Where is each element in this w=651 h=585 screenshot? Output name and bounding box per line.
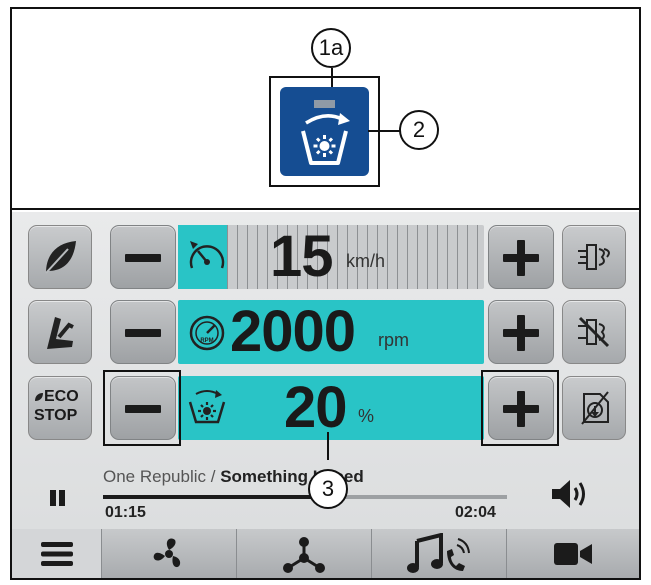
nav-music-phone-button[interactable] [372, 529, 507, 578]
seat-button[interactable] [28, 300, 92, 364]
speed-decrease-button[interactable] [110, 225, 176, 289]
hydraulic-flow-button[interactable] [562, 225, 626, 289]
plus-icon-v [517, 315, 525, 351]
rpm-value: 2000 [230, 299, 356, 364]
fan-reverse-indicator-icon [280, 87, 369, 176]
speedometer-icon [189, 241, 225, 269]
auxiliary-button[interactable] [562, 376, 626, 440]
minus-icon [125, 254, 161, 262]
callout-3-leader [327, 432, 329, 460]
fan-unit: % [358, 406, 375, 426]
track-artist: One Republic / [103, 467, 216, 486]
speed-unit: km/h [346, 251, 386, 271]
increase-highlight-box [481, 370, 559, 446]
eco-mode-button[interactable] [28, 225, 92, 289]
nav-network-button[interactable] [237, 529, 372, 578]
tachometer-icon: RPM [189, 315, 225, 351]
indicator-highlight-box [269, 76, 380, 187]
camera-icon [554, 542, 592, 565]
eco-stop-label-2: STOP [34, 407, 78, 424]
figure-frame: 1a 2 ECO STOP 15 km/h RPM 2000 rpm 20 % … [10, 7, 641, 580]
speed-value: 15 [270, 224, 334, 289]
minus-icon [125, 329, 161, 337]
leaf-icon [45, 241, 76, 274]
fan-bar[interactable]: 20 % [178, 375, 484, 440]
fan-value: 20 [284, 375, 348, 440]
hydraulic-off-button[interactable] [562, 300, 626, 364]
decrease-highlight-box [103, 370, 181, 446]
menu-icon [40, 541, 73, 566]
eco-stop-button[interactable]: ECO STOP [28, 376, 92, 440]
speed-increase-button[interactable] [488, 225, 554, 289]
control-panel: ECO STOP 15 km/h RPM 2000 rpm 20 % One R… [12, 212, 639, 578]
pause-icon-bar1[interactable] [50, 490, 56, 506]
callout-2: 2 [399, 110, 439, 150]
seat-icon [47, 317, 74, 349]
fan-speed-icon [188, 390, 226, 424]
indicator-area: 1a 2 [12, 9, 639, 210]
progress-track[interactable] [103, 495, 507, 499]
elapsed-time: 01:15 [105, 504, 146, 521]
eco-stop-label-1: ECO [44, 388, 79, 405]
callout-1a: 1a [311, 28, 351, 68]
hydraulic-flow-icon [578, 244, 610, 270]
callout-2-leader [368, 130, 401, 132]
fan-icon [153, 537, 181, 567]
hydraulic-off-icon [578, 316, 610, 348]
volume-icon[interactable] [550, 477, 592, 511]
network-icon [283, 536, 325, 573]
rpm-unit: rpm [378, 330, 409, 350]
bottom-nav [12, 529, 639, 578]
pause-icon-bar2[interactable] [59, 490, 65, 506]
rpm-decrease-button[interactable] [110, 300, 176, 364]
total-time: 02:04 [455, 504, 496, 521]
nav-camera-button[interactable] [507, 529, 639, 578]
nav-menu-button[interactable] [12, 529, 102, 578]
callout-3: 3 [308, 469, 348, 509]
plus-icon-v [517, 240, 525, 276]
rpm-increase-button[interactable] [488, 300, 554, 364]
music-phone-icon [407, 532, 470, 573]
eco-stop-icon: ECO STOP [32, 386, 88, 430]
auxiliary-icon [581, 391, 609, 425]
nav-fan-button[interactable] [102, 529, 237, 578]
speed-bar[interactable]: 15 km/h [178, 224, 484, 289]
svg-text:RPM: RPM [200, 338, 213, 344]
rpm-bar[interactable]: RPM 2000 rpm [178, 299, 484, 364]
